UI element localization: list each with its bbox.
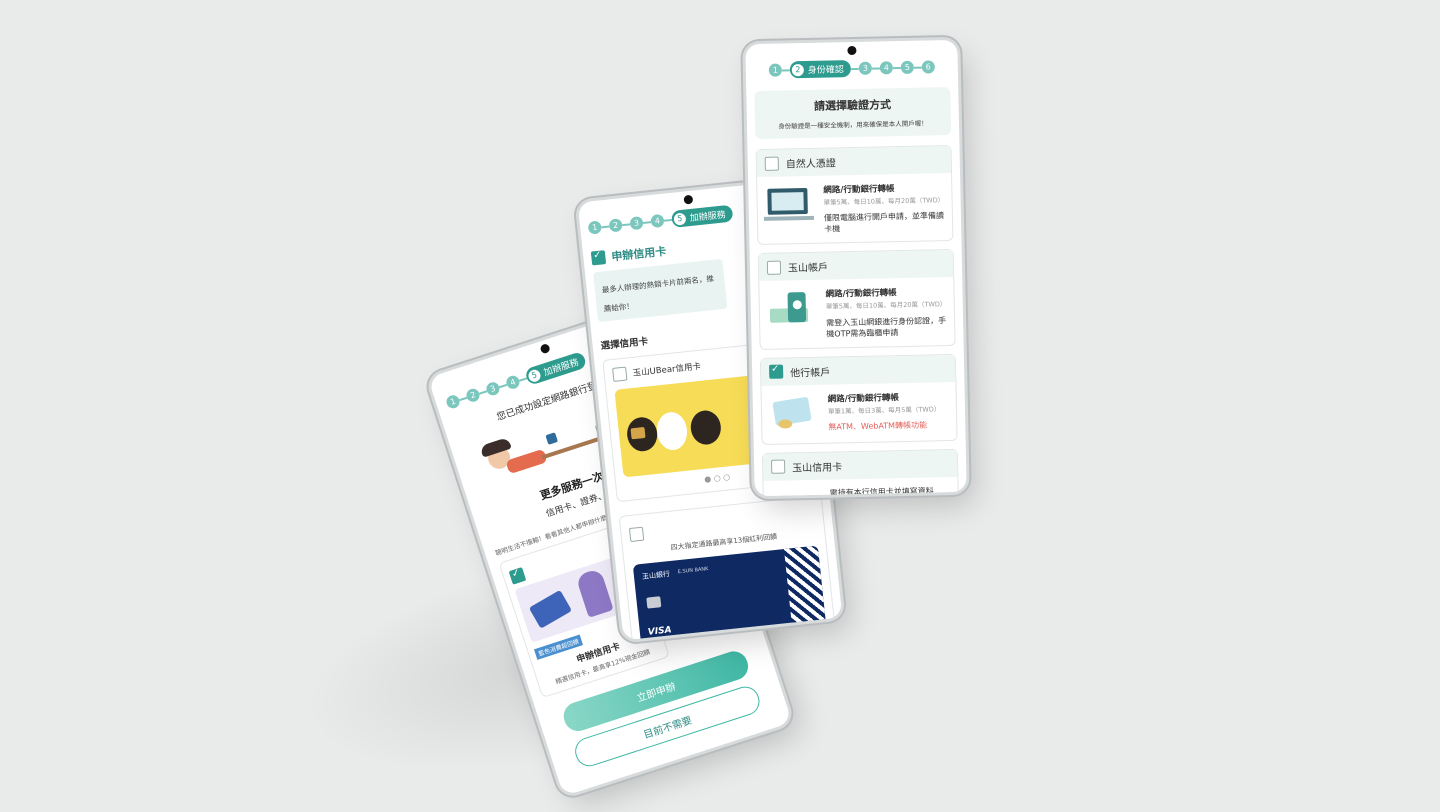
olympic-checkbox[interactable] bbox=[628, 526, 645, 542]
step-3: 3 bbox=[484, 380, 502, 397]
step-3: 3 bbox=[629, 216, 644, 231]
step-6: 6 bbox=[921, 60, 935, 74]
progress-stepper: 1 2 身份確認 3 4 5 6 bbox=[754, 58, 950, 79]
method-checkbox[interactable] bbox=[764, 156, 779, 171]
method-checkbox[interactable] bbox=[771, 459, 786, 475]
page-title: 請選擇驗證方式 bbox=[813, 98, 892, 113]
step-1: 1 bbox=[444, 393, 462, 410]
method-transfer-type: 網路/行動銀行轉帳 bbox=[825, 288, 897, 301]
method-transfer-type: 網路/行動銀行轉帳 bbox=[823, 184, 895, 196]
step-1: 1 bbox=[587, 220, 602, 235]
method-name: 他行帳戶 bbox=[790, 367, 831, 380]
method-checkbox[interactable] bbox=[769, 364, 784, 380]
step-4: 4 bbox=[879, 61, 893, 75]
active-step: 2 身份確認 bbox=[789, 60, 852, 79]
step-3: 3 bbox=[858, 61, 872, 75]
card-option-olympic[interactable]: 四大指定通路最高享13個紅利回饋 玉山銀行 E.SUN BANK VISA bbox=[618, 494, 837, 641]
step-5: 5 bbox=[900, 60, 914, 75]
method-note: 需登入玉山網銀進行身份認證，手機OTP需為臨櫃申請 bbox=[826, 315, 947, 339]
apply-card-checkbox[interactable] bbox=[590, 250, 607, 266]
computer-icon bbox=[763, 184, 816, 227]
method-checkbox[interactable] bbox=[766, 260, 782, 275]
page-subtitle: 身份驗證是一種安全機制，用來確保是本人開戶喔！ bbox=[778, 119, 928, 131]
step-2: 2 bbox=[608, 218, 623, 233]
method-transfer-type: 網路/行動銀行轉帳 bbox=[827, 393, 899, 405]
title-panel: 請選擇驗證方式 身份驗證是一種安全機制，用來確保是本人開戶喔！ bbox=[754, 86, 952, 140]
method-limits: 單筆5萬、每日10萬、每月20萬（TWD） bbox=[823, 196, 945, 207]
active-step: 5 加辦服務 bbox=[670, 204, 734, 228]
method-limits: 單筆5萬、每日10萬、每月20萬（TWD） bbox=[825, 300, 947, 312]
step-2: 2 bbox=[464, 387, 482, 404]
method-note: 僅限電腦進行開戶申請，並準備讀卡機 bbox=[823, 211, 945, 234]
method-limits: 單筆1萬、每日3萬、每月5萬（TWD） bbox=[827, 405, 941, 416]
step-4: 4 bbox=[504, 374, 522, 391]
method-card-other-bank[interactable]: 他行帳戶 網路/行動銀行轉帳 單筆1萬、每日3萬、每月5萬（TWD） 無ATM、… bbox=[759, 353, 958, 445]
offer-checkbox[interactable] bbox=[508, 566, 527, 585]
method-card-esun-credit-card[interactable]: 玉山信用卡 需持有本行信用卡並填寫資料 bbox=[761, 448, 959, 497]
step-4: 4 bbox=[650, 213, 665, 229]
method-name: 自然人憑證 bbox=[785, 158, 836, 171]
recommend-bubble: 最多人辦理的熱銷卡片前兩名，推薦給你！ bbox=[592, 258, 728, 323]
phone-money-icon bbox=[765, 288, 818, 331]
ubear-card-name: 玉山UBear信用卡 bbox=[632, 361, 702, 379]
method-name: 玉山帳戶 bbox=[787, 263, 829, 275]
method-card-citizen-certificate[interactable]: 自然人憑證 網路/行動銀行轉帳 單筆5萬、每日10萬、每月20萬（TWD） 僅限… bbox=[755, 144, 954, 246]
method-card-esun-account[interactable]: 玉山帳戶 網路/行動銀行轉帳 單筆5萬、每日10萬、每月20萬（TWD） 需登入… bbox=[757, 249, 956, 350]
method-warning: 無ATM、WebATM轉帳功能 bbox=[828, 420, 928, 432]
method-note: 需持有本行信用卡並填寫資料 bbox=[829, 486, 934, 497]
step-1: 1 bbox=[768, 63, 782, 77]
method-name: 玉山信用卡 bbox=[792, 462, 843, 475]
bank-book-icon bbox=[768, 393, 821, 436]
active-step: 5 加辦服務 bbox=[524, 350, 588, 386]
phone-mockup-verification: 1 2 身份確認 3 4 5 6 請選擇驗證方式 身份驗證是一種安全機制，用來確保… bbox=[745, 39, 967, 497]
ubear-checkbox[interactable] bbox=[612, 366, 628, 382]
section-title: 申辦信用卡 bbox=[610, 244, 667, 264]
